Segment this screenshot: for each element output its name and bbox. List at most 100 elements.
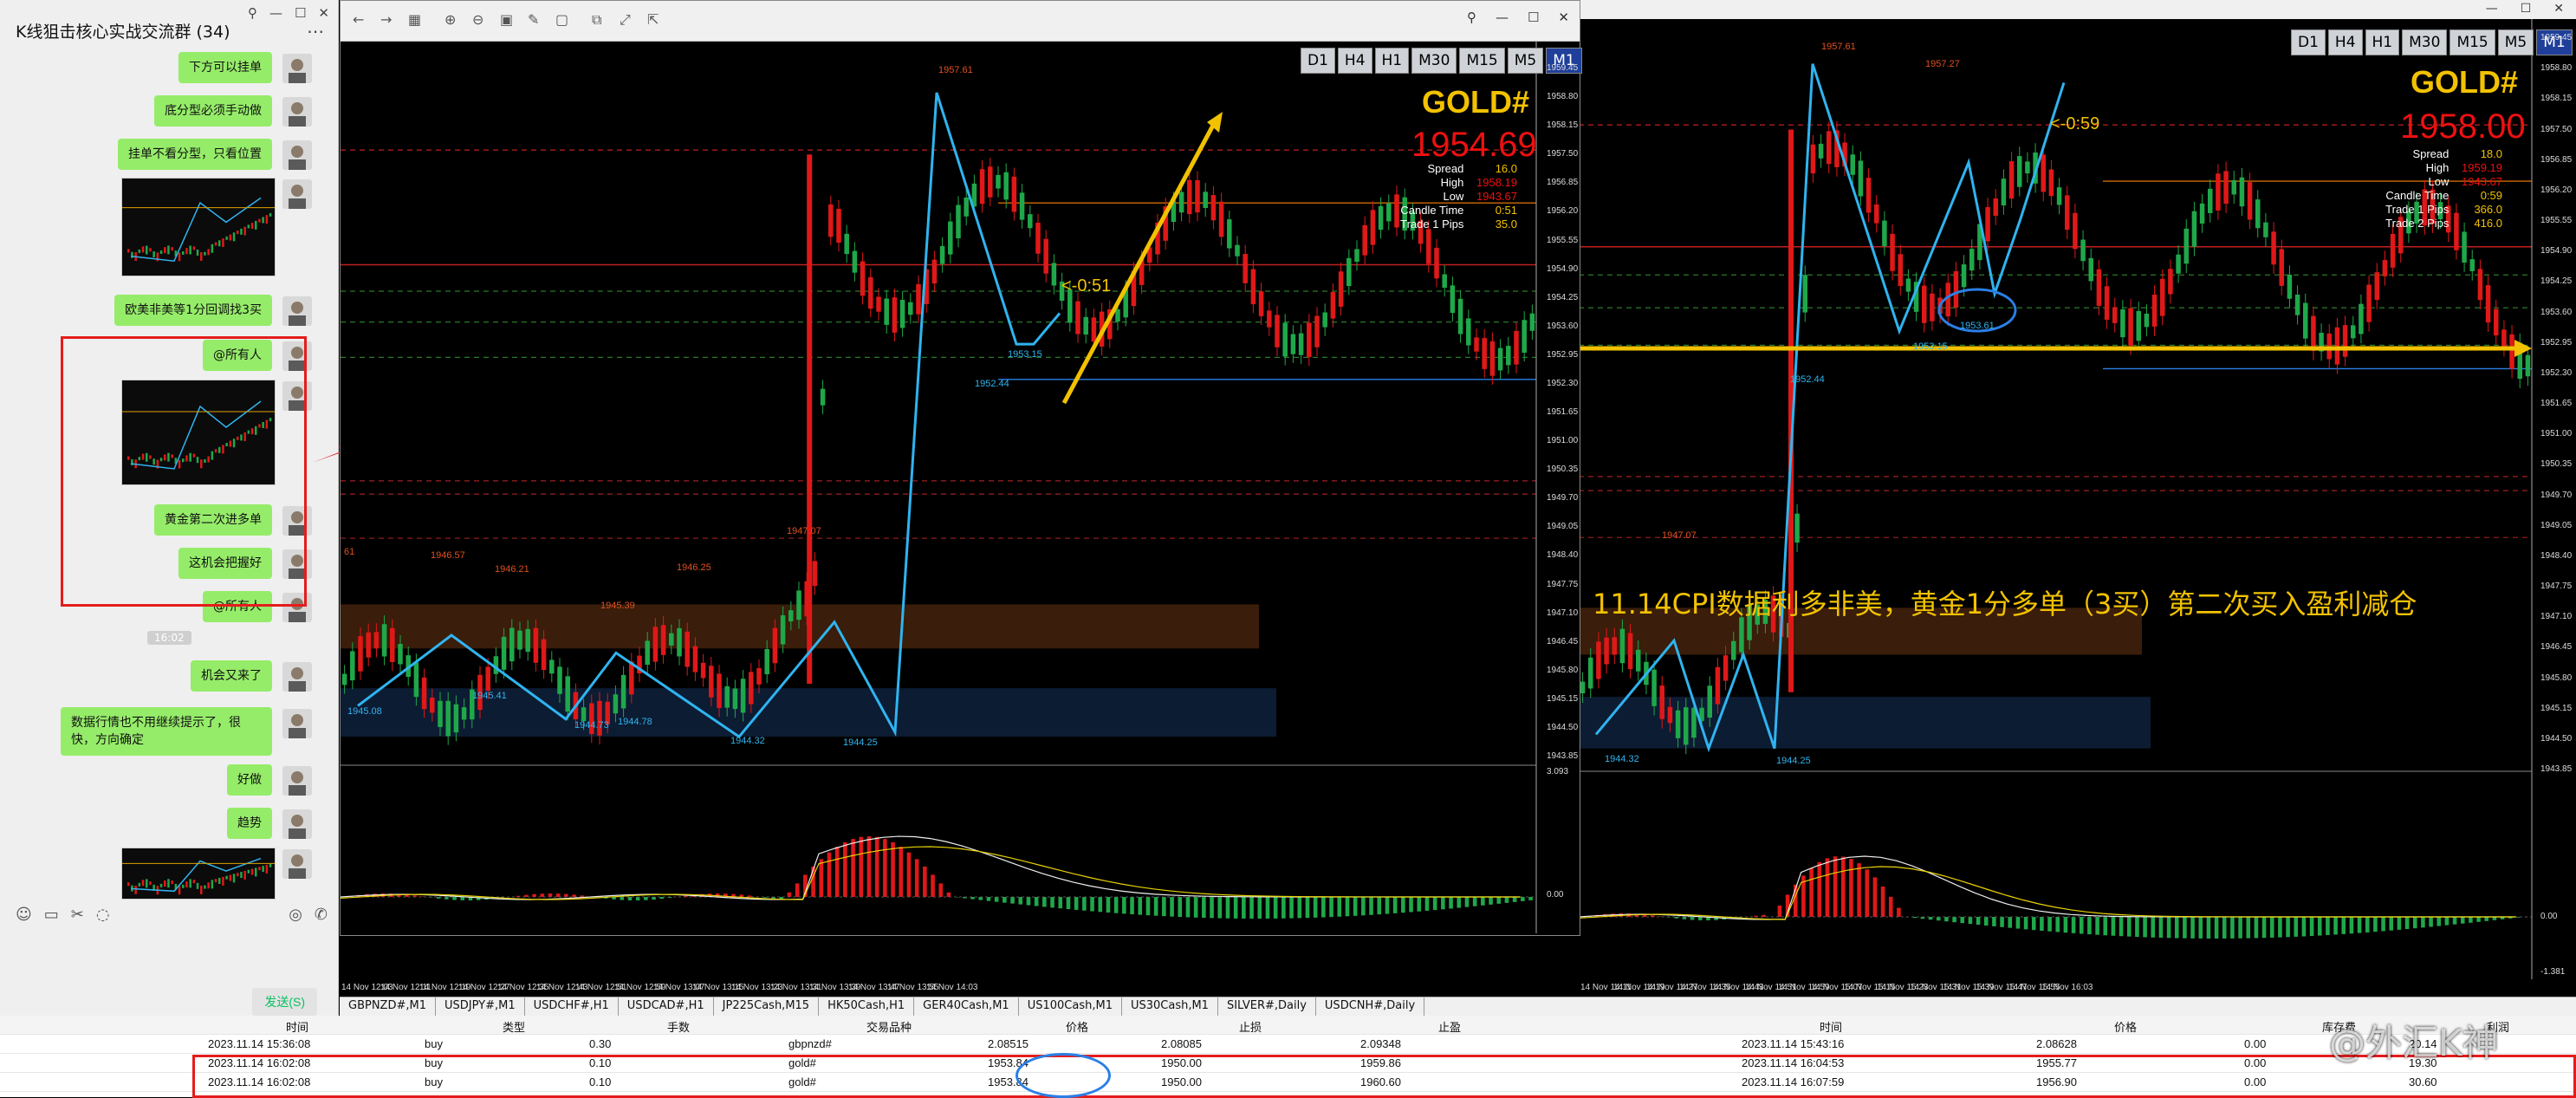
pin-icon[interactable]: ⚲ xyxy=(1467,10,1476,25)
chart-tab[interactable]: USDJPY#,M1 xyxy=(436,997,525,1017)
column-header[interactable]: 手数 xyxy=(667,1018,690,1035)
timeframe-button-h4[interactable]: H4 xyxy=(2327,29,2363,55)
close-icon[interactable]: ✕ xyxy=(2553,2,2564,16)
avatar[interactable] xyxy=(282,97,312,127)
send-button[interactable]: 发送(S) xyxy=(252,988,317,1016)
timeframe-button-m5[interactable]: M5 xyxy=(1507,48,1544,74)
chart-tab[interactable]: JP225Cash,M15 xyxy=(714,997,820,1017)
avatar[interactable] xyxy=(282,766,312,796)
column-header[interactable]: 类型 xyxy=(503,1018,525,1035)
chart-screenshot-thumbnail[interactable] xyxy=(121,178,276,276)
high-value: 1958.19 xyxy=(1476,176,1517,189)
expand-icon[interactable]: ⤢ xyxy=(620,11,631,29)
column-header[interactable]: 价格 xyxy=(1066,1018,1088,1035)
emoji-icon[interactable]: ☺ xyxy=(16,906,32,924)
back-icon[interactable]: ← xyxy=(353,11,364,28)
avatar[interactable] xyxy=(282,296,312,326)
column-header[interactable]: 时间 xyxy=(1820,1018,1842,1035)
forward-icon[interactable]: → xyxy=(380,11,392,28)
timeframe-button-d1[interactable]: D1 xyxy=(2291,29,2326,55)
timeframe-button-h1[interactable]: H1 xyxy=(1374,48,1410,74)
timeframe-button-h1[interactable]: H1 xyxy=(2365,29,2400,55)
chart-tab[interactable]: USDCNH#,Daily xyxy=(1316,997,1425,1017)
template-icon[interactable]: ▢ xyxy=(555,11,568,28)
table-row[interactable]: 2023.11.14 15:36:08 buy 0.30 gbpnzd# 2.08515… xyxy=(0,1035,2576,1054)
chat-message[interactable]: 机会又来了 xyxy=(191,660,272,692)
maximize-icon[interactable]: ☐ xyxy=(2521,2,2532,16)
chart-tab[interactable]: US30Cash,M1 xyxy=(1122,997,1218,1017)
column-header[interactable]: 交易品种 xyxy=(866,1018,912,1035)
candle xyxy=(979,159,985,213)
chat-message[interactable]: 底分型必须手动做 xyxy=(154,95,272,127)
edit-icon[interactable]: ✎ xyxy=(528,11,539,28)
chart-tab[interactable]: GER40Cash,M1 xyxy=(914,997,1019,1017)
chart-window-2[interactable]: D1 H4 H1 M30 M15 M5 M1 GOLD# 1958.00 Spread 18… xyxy=(1579,19,2573,988)
layers-icon[interactable]: ⧉ xyxy=(592,11,601,29)
chart-tab[interactable]: HK50Cash,H1 xyxy=(819,997,915,1017)
maximize-icon[interactable]: ☐ xyxy=(295,5,306,21)
message-bubble[interactable]: 数据行情也不用继续提示了，很快，方向确定 xyxy=(61,707,272,756)
live-icon[interactable]: ◎ xyxy=(289,906,302,924)
timeframe-button-d1[interactable]: D1 xyxy=(1301,48,1335,74)
timeframe-button-m5[interactable]: M5 xyxy=(2497,29,2534,55)
candle xyxy=(1083,308,1088,344)
message-bubble[interactable]: 挂单不看分型，只看位置 xyxy=(118,139,272,170)
column-header[interactable]: 止损 xyxy=(1239,1018,1262,1035)
folder-icon[interactable]: ▭ xyxy=(44,906,59,924)
avatar[interactable] xyxy=(282,849,312,879)
chart-tab[interactable]: GBPNZD#,M1 xyxy=(340,997,436,1017)
zoom-in-icon[interactable]: ⊕ xyxy=(444,11,456,28)
pin-icon[interactable]: ⚲ xyxy=(248,5,257,21)
minimize-icon[interactable]: — xyxy=(2486,2,2498,16)
more-icon[interactable]: ⋯ xyxy=(307,21,324,42)
timeframe-button-m30[interactable]: M30 xyxy=(2402,29,2448,55)
close-icon[interactable]: ✕ xyxy=(1558,10,1569,25)
timeframe-button-h4[interactable]: H4 xyxy=(1337,48,1372,74)
chart-tab[interactable]: USDCAD#,H1 xyxy=(619,997,714,1017)
chat-history-icon[interactable]: ◌ xyxy=(96,906,110,924)
scissors-icon[interactable]: ✂ xyxy=(71,906,84,924)
call-icon[interactable]: ✆ xyxy=(315,906,328,924)
chat-message[interactable]: 数据行情也不用继续提示了，很快，方向确定 xyxy=(61,707,272,756)
chart-window-1[interactable]: ← → ▦ ⊕ ⊖ ▣ ✎ ▢ ⧉ ⤢ ⇱ ⚲ — ☐ ✕ D1 H4 H1 M30 M… xyxy=(340,0,1582,936)
avatar[interactable] xyxy=(282,809,312,839)
avatar[interactable] xyxy=(282,662,312,692)
chat-message[interactable]: 下方可以挂单 xyxy=(178,52,272,83)
column-header[interactable]: 止盈 xyxy=(1438,1018,1461,1035)
chart-icon[interactable]: ▣ xyxy=(500,11,513,28)
avatar[interactable] xyxy=(282,179,312,209)
export-icon[interactable]: ⇱ xyxy=(647,11,659,28)
minimize-icon[interactable]: — xyxy=(269,5,282,21)
avatar[interactable] xyxy=(282,709,312,738)
avatar[interactable] xyxy=(282,140,312,170)
chart-tab[interactable]: US100Cash,M1 xyxy=(1019,997,1122,1017)
candle xyxy=(700,653,706,687)
message-bubble[interactable]: 欧美非美等1分回调找3买 xyxy=(114,295,272,326)
chart-tab[interactable]: SILVER#,Daily xyxy=(1218,997,1316,1017)
candle xyxy=(1898,244,1903,296)
message-bubble[interactable]: 趋势 xyxy=(227,808,272,839)
chat-message[interactable]: 挂单不看分型，只看位置 xyxy=(118,139,272,170)
candle xyxy=(1818,134,1824,168)
message-bubble[interactable]: 下方可以挂单 xyxy=(178,52,272,83)
timeframe-button-m15[interactable]: M15 xyxy=(2449,29,2495,55)
chart-tab[interactable]: USDCHF#,H1 xyxy=(525,997,619,1017)
chat-message[interactable]: 欧美非美等1分回调找3买 xyxy=(114,295,272,326)
maximize-icon[interactable]: ☐ xyxy=(1528,10,1539,25)
message-bubble[interactable]: 好做 xyxy=(227,764,272,796)
chat-message[interactable]: 趋势 xyxy=(227,808,272,839)
timeframe-button-m15[interactable]: M15 xyxy=(1459,48,1505,74)
chat-message[interactable]: 好做 xyxy=(227,764,272,796)
message-bubble[interactable]: 底分型必须手动做 xyxy=(154,95,272,127)
zoom-out-icon[interactable]: ⊖ xyxy=(472,11,483,28)
chart-screenshot-thumbnail[interactable] xyxy=(121,848,276,900)
timeframe-button-m30[interactable]: M30 xyxy=(1411,48,1457,74)
column-header[interactable]: 价格 xyxy=(2114,1018,2137,1035)
message-bubble[interactable]: 机会又来了 xyxy=(191,660,272,692)
candle xyxy=(1051,254,1057,295)
column-header[interactable]: 时间 xyxy=(286,1018,308,1035)
grid-icon[interactable]: ▦ xyxy=(408,11,421,28)
minimize-icon[interactable]: — xyxy=(1496,10,1509,25)
avatar[interactable] xyxy=(282,54,312,83)
close-icon[interactable]: ✕ xyxy=(318,5,329,21)
